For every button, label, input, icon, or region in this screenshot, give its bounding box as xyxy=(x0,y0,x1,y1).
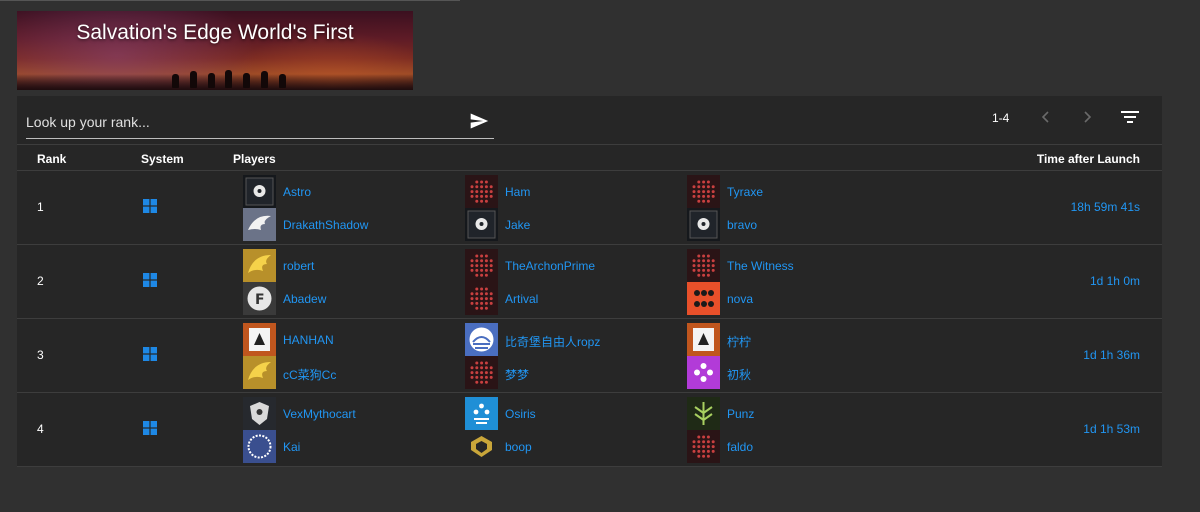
svg-text:F: F xyxy=(255,292,265,308)
banner-figure xyxy=(172,74,179,88)
player-name-link[interactable]: HANHAN xyxy=(283,333,334,347)
player-name-link[interactable]: nova xyxy=(727,292,753,306)
red-dots-emblem-icon xyxy=(687,249,720,282)
blue-sun-emblem-icon xyxy=(465,323,498,356)
player-name-link[interactable]: DrakathShadow xyxy=(283,218,368,232)
red-dots-emblem-icon xyxy=(687,175,720,208)
filter-icon[interactable] xyxy=(1121,110,1139,124)
player-name-link[interactable]: Ham xyxy=(505,185,530,199)
completion-time: 18h 59m 41s xyxy=(1070,200,1140,214)
white-wing-emblem-icon xyxy=(243,208,276,241)
table-row: 2 robert F Abadew TheArchonPrime Artival The … xyxy=(17,245,1162,319)
completion-time: 1d 1h 53m xyxy=(1083,422,1140,436)
player-name-link[interactable]: Punz xyxy=(727,407,754,421)
rank-cell: 2 xyxy=(37,274,44,288)
header-banner: Salvation's Edge World's First xyxy=(17,11,413,90)
rank-cell: 4 xyxy=(37,422,44,436)
player-name-link[interactable]: robert xyxy=(283,259,314,273)
banner-figure xyxy=(208,73,215,88)
player-name-link[interactable]: bravo xyxy=(727,218,757,232)
green-tree-emblem-icon xyxy=(687,397,720,430)
player-name-link[interactable]: boop xyxy=(505,440,532,454)
banner-figure xyxy=(190,71,197,88)
table-row: 4 VexMythocart Kai Osiris boop Punz faldo 1d 1… xyxy=(17,393,1162,467)
banner-figures xyxy=(172,66,292,88)
gold-wing-emblem-icon xyxy=(243,356,276,389)
leaderboard-panel: 1-4 Rank System Players Time after Launc… xyxy=(17,96,1162,467)
player-name-link[interactable]: Artival xyxy=(505,292,538,306)
rank-cell: 3 xyxy=(37,348,44,362)
player-name-link[interactable]: TheArchonPrime xyxy=(505,259,595,273)
send-icon[interactable] xyxy=(469,111,489,131)
orange-triangle-emblem-icon xyxy=(687,323,720,356)
player-name-link[interactable]: 初秋 xyxy=(727,366,751,383)
gold-crest-emblem-icon xyxy=(465,430,498,463)
completion-time: 1d 1h 36m xyxy=(1083,348,1140,362)
pagination-range: 1-4 xyxy=(992,111,1010,125)
gold-wing-emblem-icon xyxy=(243,249,276,282)
cyan-diamond-emblem-icon xyxy=(465,397,498,430)
blue-ring-emblem-icon xyxy=(243,430,276,463)
player-name-link[interactable]: VexMythocart xyxy=(283,407,356,421)
column-header-rank[interactable]: Rank xyxy=(37,152,66,166)
gray-f-emblem-icon: F xyxy=(243,282,276,315)
banner-figure xyxy=(243,73,250,88)
player-name-link[interactable]: Astro xyxy=(283,185,311,199)
dark-ghost-emblem-icon xyxy=(465,208,498,241)
player-name-link[interactable]: Jake xyxy=(505,218,530,232)
white-shield-emblem-icon xyxy=(243,397,276,430)
red-dots-emblem-icon xyxy=(687,430,720,463)
player-name-link[interactable]: Osiris xyxy=(505,407,536,421)
player-name-link[interactable]: The Witness xyxy=(727,259,794,273)
top-divider xyxy=(0,0,460,1)
player-name-link[interactable]: faldo xyxy=(727,440,753,454)
player-name-link[interactable]: 梦梦 xyxy=(505,366,529,383)
page-title: Salvation's Edge World's First xyxy=(76,21,354,44)
red-dots-emblem-icon xyxy=(465,249,498,282)
table-row: 3 HANHAN cC菜狗Cc 比奇堡自由人ropz 梦梦 柠柠初秋 1d 1h 36m xyxy=(17,319,1162,393)
column-header-players[interactable]: Players xyxy=(233,152,276,166)
red-dots-emblem-icon xyxy=(465,175,498,208)
player-name-link[interactable]: Tyraxe xyxy=(727,185,763,199)
search-input[interactable] xyxy=(26,110,456,134)
column-header-time[interactable]: Time after Launch xyxy=(1037,152,1140,166)
column-header-system[interactable]: System xyxy=(141,152,184,166)
search-box xyxy=(26,104,494,139)
orange-triangle-emblem-icon xyxy=(243,323,276,356)
red-dots-emblem-icon xyxy=(465,282,498,315)
dark-ghost-emblem-icon xyxy=(243,175,276,208)
player-name-link[interactable]: Abadew xyxy=(283,292,326,306)
player-name-link[interactable]: 比奇堡自由人ropz xyxy=(505,333,600,350)
banner-figure xyxy=(279,74,286,88)
player-name-link[interactable]: 柠柠 xyxy=(727,333,751,350)
windows-icon xyxy=(143,199,157,213)
rank-cell: 1 xyxy=(37,200,44,214)
pink-diamond-emblem-icon xyxy=(687,356,720,389)
windows-icon xyxy=(143,421,157,435)
banner-figure xyxy=(261,71,268,88)
windows-icon xyxy=(143,347,157,361)
windows-icon xyxy=(143,273,157,287)
chevron-left-icon[interactable] xyxy=(1039,109,1053,125)
table-row: 1 Astro DrakathShadow Ham Jake Tyraxe bravo 18… xyxy=(17,171,1162,245)
player-name-link[interactable]: Kai xyxy=(283,440,300,454)
player-name-link[interactable]: cC菜狗Cc xyxy=(283,366,336,383)
table-header: Rank System Players Time after Launch xyxy=(17,144,1162,171)
dark-ghost-emblem-icon xyxy=(687,208,720,241)
banner-figure xyxy=(225,70,232,88)
red-dots-emblem-icon xyxy=(465,356,498,389)
completion-time: 1d 1h 0m xyxy=(1089,274,1140,288)
chevron-right-icon[interactable] xyxy=(1080,109,1094,125)
orange-dots-emblem-icon xyxy=(687,282,720,315)
